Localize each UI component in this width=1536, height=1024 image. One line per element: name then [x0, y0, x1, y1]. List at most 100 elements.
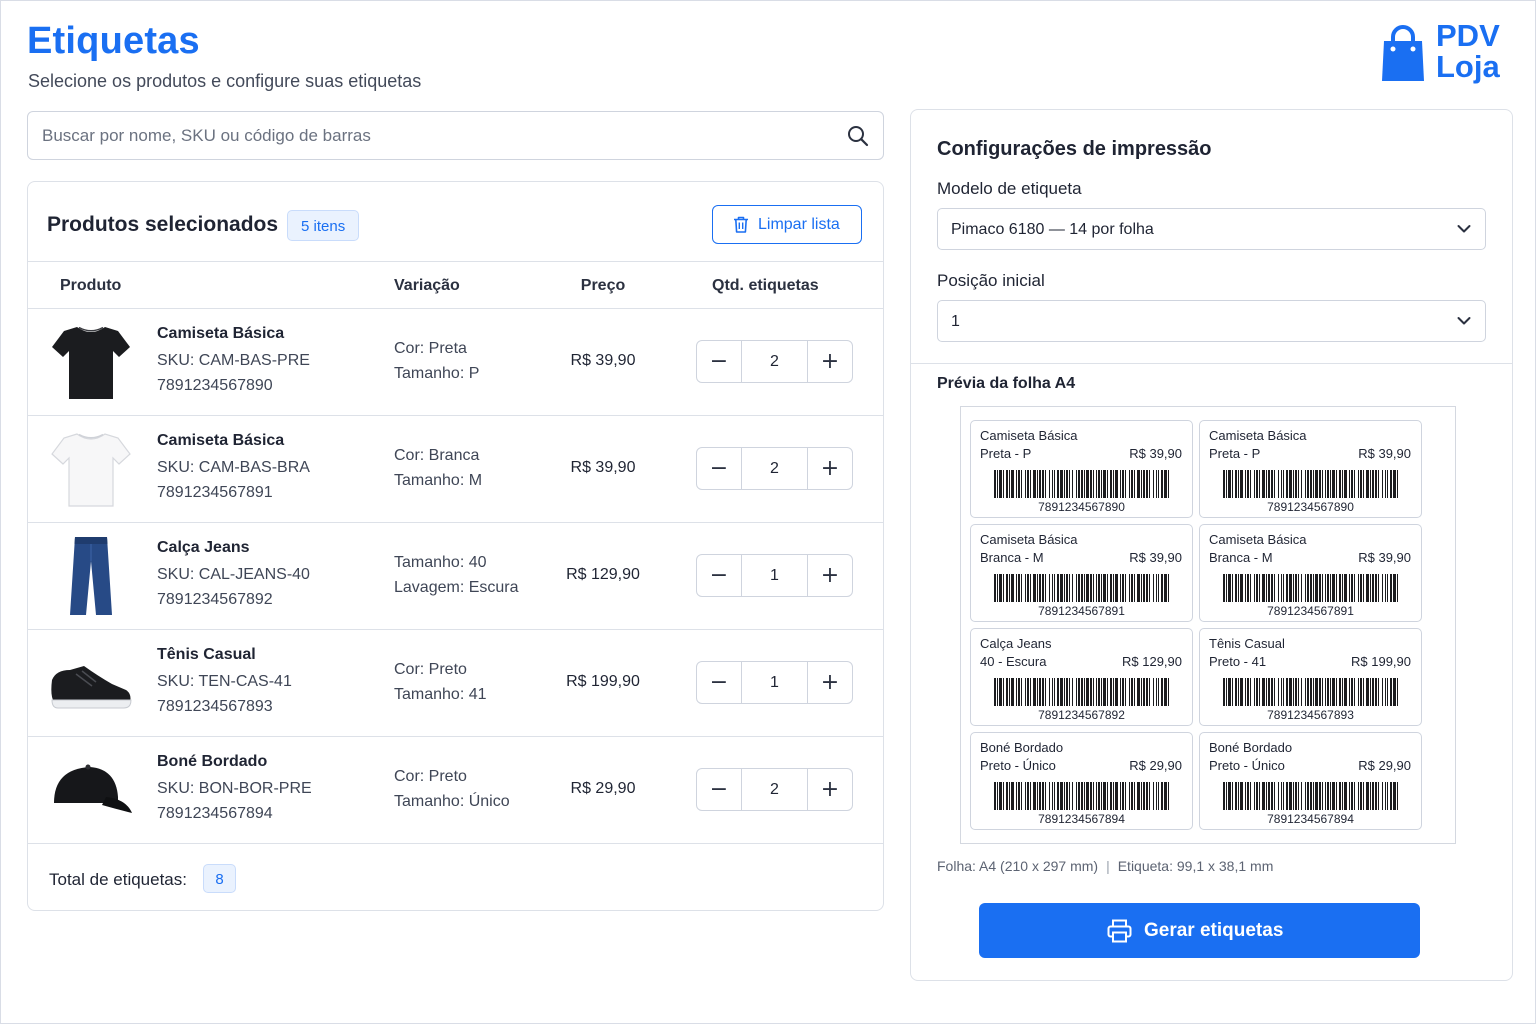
label-size-text: Etiqueta: 99,1 x 38,1 mm: [1117, 858, 1274, 874]
label-barcode-number: 7891234567890: [1038, 500, 1125, 514]
label-price: R$ 29,90: [1129, 758, 1182, 773]
product-sku: SKU: BON-BOR-PRE: [157, 780, 312, 797]
brand-name-line1: PDV: [1436, 18, 1500, 53]
label-price: R$ 39,90: [1129, 550, 1182, 565]
product-sku: SKU: TEN-CAS-41: [157, 673, 292, 690]
products-card-title: Produtos selecionados: [47, 213, 279, 236]
sheet-size-text: Folha: A4 (210 x 297 mm): [937, 858, 1099, 874]
jeans-thumbnail: [70, 537, 112, 615]
label-barcode-number: 7891234567891: [1267, 604, 1354, 618]
trash-icon: [734, 216, 748, 233]
decrease-quantity-button[interactable]: −: [697, 341, 742, 382]
table-row: Camiseta Básica SKU: CAM-BAS-PRE 7891234…: [28, 309, 883, 416]
column-header-price: Preço: [580, 277, 626, 294]
label-product-name: Tênis Casual: [1209, 636, 1285, 651]
product-price: R$ 39,90: [570, 459, 636, 476]
label-barcode-number: 7891234567890: [1267, 500, 1354, 514]
variation-line-2: Tamanho: Único: [394, 793, 510, 810]
label-barcode-number: 7891234567893: [1267, 708, 1354, 722]
label-model-select[interactable]: Pimaco 6180 — 14 por folha: [937, 208, 1486, 250]
increase-quantity-button[interactable]: +: [807, 448, 852, 489]
decrease-quantity-button[interactable]: −: [697, 448, 742, 489]
info-separator: |: [1106, 858, 1110, 874]
increase-quantity-button[interactable]: +: [807, 769, 852, 810]
brand-logo: PDV Loja: [1378, 20, 1513, 86]
page-subtitle: Selecione os produtos e configure suas e…: [28, 71, 422, 91]
clear-list-button[interactable]: Limpar lista: [712, 205, 862, 244]
quantity-input[interactable]: [743, 769, 806, 810]
label-preview: Boné Bordado Preto - Único R$ 29,90 7891…: [970, 732, 1193, 830]
table-row: Boné Bordado SKU: BON-BOR-PRE 7891234567…: [28, 737, 883, 844]
decrease-quantity-button[interactable]: −: [697, 662, 742, 703]
variation-line-2: Tamanho: P: [394, 365, 480, 382]
label-variant: Preto - 41: [1209, 654, 1267, 669]
label-variant: 40 - Escura: [980, 654, 1047, 669]
label-barcode-number: 7891234567891: [1038, 604, 1125, 618]
search-bar: [27, 111, 884, 160]
decrease-quantity-button[interactable]: −: [697, 769, 742, 810]
product-sku: SKU: CAM-BAS-BRA: [157, 459, 310, 476]
start-position-select[interactable]: 1: [937, 300, 1486, 342]
label-variant: Branca - M: [1209, 550, 1273, 565]
label-preview: Camiseta Básica Preta - P R$ 39,90 78912…: [970, 420, 1193, 518]
label-preview: Camiseta Básica Branca - M R$ 39,90 7891…: [970, 524, 1193, 622]
quantity-input[interactable]: [743, 448, 806, 489]
chevron-down-icon: [1457, 225, 1471, 233]
total-labels-badge: 8: [203, 864, 236, 893]
product-price: R$ 199,90: [566, 673, 640, 690]
barcode-graphic: [994, 470, 1169, 498]
quantity-input[interactable]: [743, 555, 806, 596]
product-sku: SKU: CAM-BAS-PRE: [157, 352, 310, 369]
product-price: R$ 29,90: [570, 780, 636, 797]
product-barcode: 7891234567893: [157, 698, 273, 715]
barcode-graphic: [1223, 574, 1398, 602]
label-price: R$ 39,90: [1358, 446, 1411, 461]
label-variant: Preto - Único: [1209, 758, 1285, 773]
items-count-badge: 5 itens: [287, 210, 360, 241]
print-settings-title: Configurações de impressão: [937, 138, 1212, 160]
barcode-graphic: [1223, 782, 1398, 810]
label-preview: Camiseta Básica Branca - M R$ 39,90 7891…: [1199, 524, 1422, 622]
variation-line-1: Cor: Preto: [394, 661, 467, 678]
increase-quantity-button[interactable]: +: [807, 662, 852, 703]
total-labels-text: Total de etiquetas:: [49, 870, 187, 889]
sneaker-thumbnail: [51, 666, 132, 709]
quantity-input[interactable]: [743, 341, 806, 382]
increase-quantity-button[interactable]: +: [807, 341, 852, 382]
brand-name-line2: Loja: [1436, 49, 1500, 84]
a4-sheet-preview: Camiseta Básica Preta - P R$ 39,90 78912…: [960, 406, 1456, 844]
quantity-stepper: − +: [696, 340, 853, 383]
product-barcode: 7891234567892: [157, 591, 273, 608]
decrease-quantity-button[interactable]: −: [697, 555, 742, 596]
label-model-value: Pimaco 6180 — 14 por folha: [951, 221, 1154, 238]
page-title: Etiquetas: [27, 20, 200, 62]
label-barcode-number: 7891234567892: [1038, 708, 1125, 722]
products-table-header: Produto Variação Preço Qtd. etiquetas: [28, 261, 883, 309]
barcode-graphic: [994, 782, 1169, 810]
label-product-name: Boné Bordado: [980, 740, 1064, 755]
variation-line-1: Cor: Preto: [394, 768, 467, 785]
barcode-graphic: [994, 678, 1169, 706]
quantity-input[interactable]: [743, 662, 806, 703]
barcode-graphic: [1223, 470, 1398, 498]
generate-labels-button[interactable]: Gerar etiquetas: [979, 903, 1420, 958]
product-name: Camiseta Básica: [157, 325, 285, 342]
table-row: Tênis Casual SKU: TEN-CAS-41 78912345678…: [28, 630, 883, 737]
product-name: Camiseta Básica: [157, 432, 285, 449]
product-barcode: 7891234567891: [157, 484, 273, 501]
column-header-product: Produto: [60, 277, 122, 294]
label-product-name: Camiseta Básica: [980, 428, 1078, 443]
label-price: R$ 29,90: [1358, 758, 1411, 773]
label-price: R$ 39,90: [1129, 446, 1182, 461]
variation-line-2: Tamanho: 41: [394, 686, 487, 703]
increase-quantity-button[interactable]: +: [807, 555, 852, 596]
product-sku: SKU: CAL-JEANS-40: [157, 566, 310, 583]
quantity-stepper: − +: [696, 447, 853, 490]
chevron-down-icon: [1457, 317, 1471, 325]
product-price: R$ 39,90: [570, 352, 636, 369]
search-input[interactable]: [42, 123, 822, 149]
product-name: Boné Bordado: [157, 753, 268, 770]
cap-thumbnail: [54, 764, 132, 813]
label-price: R$ 39,90: [1358, 550, 1411, 565]
search-icon[interactable]: [847, 125, 869, 147]
